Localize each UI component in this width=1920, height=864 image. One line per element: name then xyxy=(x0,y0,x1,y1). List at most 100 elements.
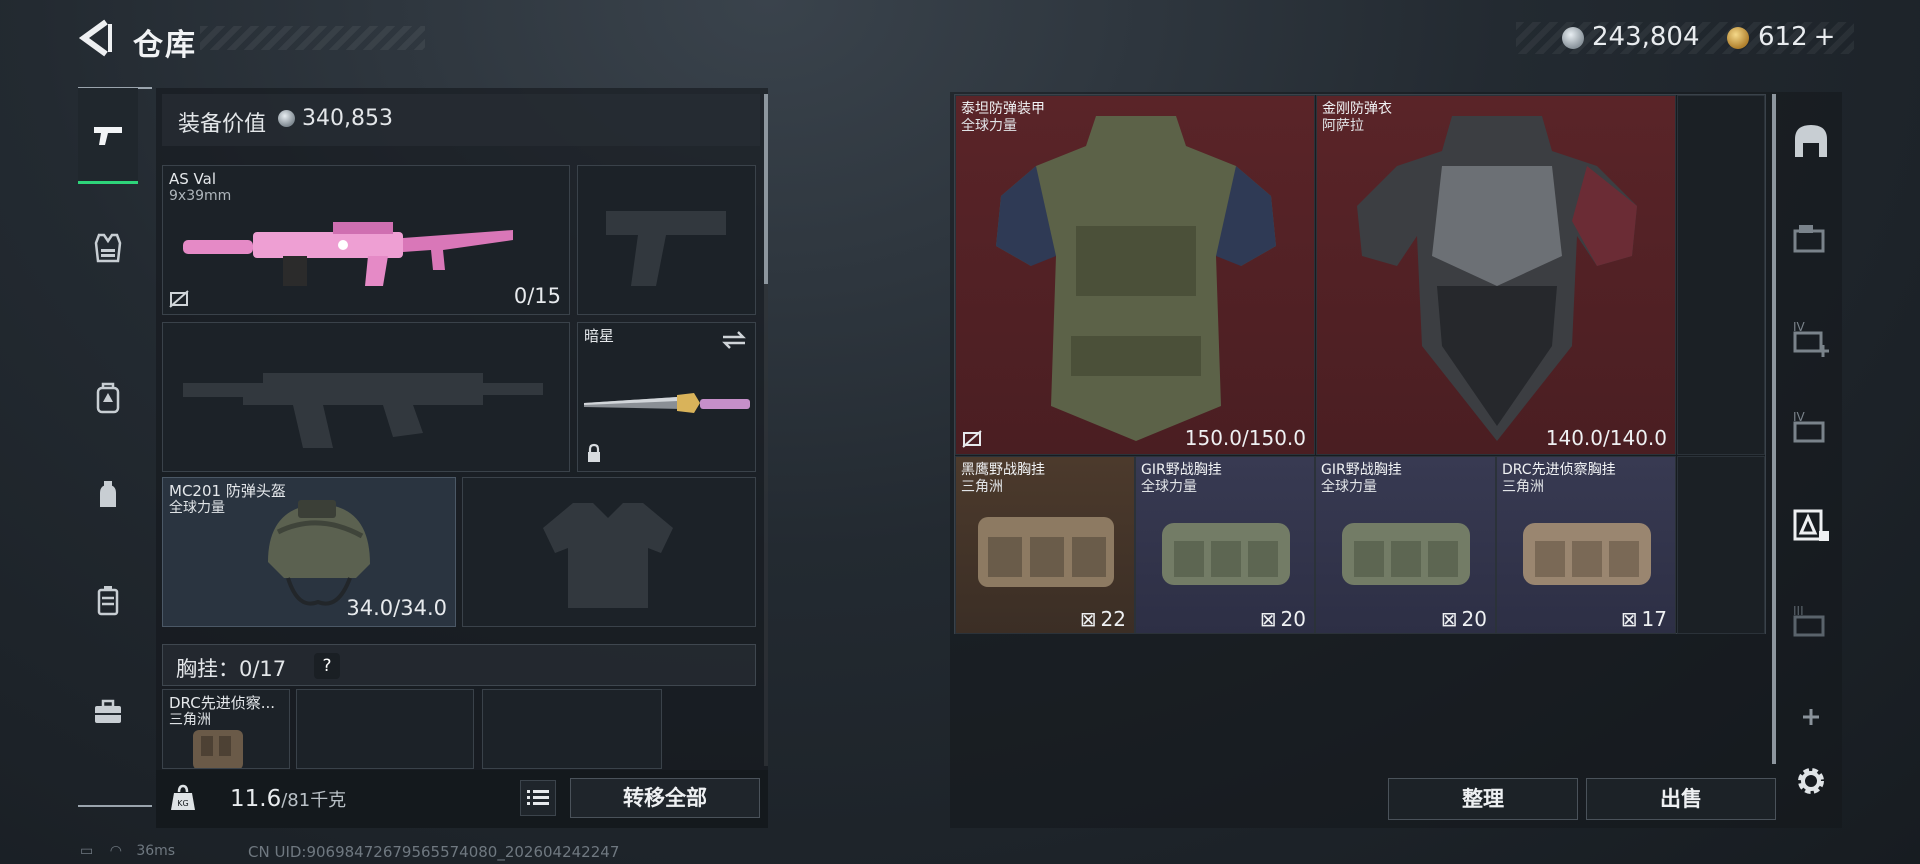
list-view-button[interactable] xyxy=(520,780,556,816)
svg-text:KG: KG xyxy=(177,799,188,808)
add-storage-button[interactable] xyxy=(1788,694,1834,740)
rail-item-backpack[interactable] xyxy=(78,350,138,446)
pistol-icon xyxy=(94,126,122,145)
rail-item-toolbox[interactable] xyxy=(78,664,138,760)
rig-capacity-value: 17 xyxy=(1641,607,1667,631)
rig-capacity-value: 20 xyxy=(1280,607,1306,631)
vest-small-icon: ⊠ xyxy=(1620,607,1638,631)
chest-rig-slot[interactable] xyxy=(482,689,662,769)
pistol-slot[interactable] xyxy=(577,165,756,315)
storage-item-rig[interactable]: DRC先进侦察胸挂 三角洲 ⊠ 17 xyxy=(1496,456,1676,634)
rail-divider xyxy=(78,805,152,807)
pistol-placeholder-icon xyxy=(606,211,726,286)
equipment-value-label: 装备价值 xyxy=(178,112,267,137)
storage-item-rig[interactable]: 黑鹰野战胸挂 三角洲 ⊠ 22 xyxy=(955,456,1135,634)
item-durability: 150.0/150.0 xyxy=(1184,426,1306,450)
carry-weight: 11.6/81千克 xyxy=(230,786,346,812)
chest-rig-slot[interactable] xyxy=(296,689,474,769)
currency-gold-amount: 612 xyxy=(1758,22,1808,52)
currency-gold-value[interactable]: 612 + xyxy=(1758,22,1835,52)
storage-tab-2[interactable] xyxy=(1788,214,1834,260)
rig-image xyxy=(1523,523,1651,585)
no-insure-icon xyxy=(962,430,982,448)
rail-item-pouch[interactable] xyxy=(78,448,138,544)
item-name: GIR野战胸挂 xyxy=(1321,462,1402,478)
storage-tab-6[interactable]: III xyxy=(1788,598,1834,644)
wifi-icon: ◠ xyxy=(109,843,122,859)
item-faction: 全球力量 xyxy=(1321,479,1377,495)
sell-button[interactable]: 出售 xyxy=(1586,778,1776,820)
storage-item-rig[interactable]: GIR野战胸挂 全球力量 ⊠ 20 xyxy=(1315,456,1496,634)
lock-icon xyxy=(588,443,600,462)
pouch-icon xyxy=(100,481,116,507)
settings-button[interactable] xyxy=(1788,758,1834,804)
storage-tab-4[interactable]: IV xyxy=(1788,404,1834,450)
primary-weapon-slot[interactable]: AS Val 9x39mm 0/15 xyxy=(162,165,570,315)
secondary-weapon-slot[interactable] xyxy=(162,322,570,472)
transfer-all-button[interactable]: 转移全部 xyxy=(570,778,760,818)
rig-capacity: ⊠ 17 xyxy=(1621,607,1667,631)
storage-tab-5-active[interactable] xyxy=(1788,502,1834,548)
melee-slot[interactable]: 暗星 xyxy=(577,322,756,472)
crate-icon xyxy=(1793,225,1825,253)
storage-item-rig[interactable]: GIR野战胸挂 全球力量 ⊠ 20 xyxy=(1135,456,1315,634)
add-currency-icon[interactable]: + xyxy=(1814,22,1836,52)
rifle-placeholder-icon xyxy=(183,373,543,448)
back-arrow-icon xyxy=(78,19,112,57)
knife-image xyxy=(584,393,750,413)
storage-empty-cell[interactable] xyxy=(1677,95,1765,455)
as-val-rifle-image xyxy=(183,222,513,286)
currency-silver-value: 243,804 xyxy=(1592,22,1700,52)
storage-tab-1[interactable] xyxy=(1788,118,1834,164)
gear-icon xyxy=(1798,768,1824,794)
helmet-faction: 全球力量 xyxy=(169,500,225,516)
user-uid: CN UID:9069847267956557408​0_20260424224… xyxy=(248,843,620,861)
storage-empty-cell[interactable] xyxy=(1677,456,1765,634)
crate-icon: III xyxy=(1793,604,1825,637)
silver-coin-icon xyxy=(1562,27,1584,49)
armor-slot[interactable] xyxy=(462,477,756,627)
crate-icon: IV xyxy=(1793,410,1825,443)
help-button[interactable]: ? xyxy=(314,653,340,679)
titan-armor-image xyxy=(996,116,1276,441)
list-icon xyxy=(527,790,549,805)
vest-icon xyxy=(94,233,122,263)
storage-item-armor[interactable]: 金刚防弹衣 阿萨拉 140.0/140.0 xyxy=(1316,95,1676,455)
rig-capacity: ⊠ 20 xyxy=(1441,607,1487,631)
gold-coin-icon xyxy=(1727,27,1749,49)
storage-scrollbar[interactable] xyxy=(1772,94,1776,764)
carry-weight-value: 11.6 xyxy=(230,786,282,812)
header-decoration xyxy=(200,26,425,50)
rig-image xyxy=(1342,523,1470,585)
chest-rig-image xyxy=(193,730,243,768)
vest-small-icon: ⊠ xyxy=(1079,607,1097,631)
melee-name: 暗星 xyxy=(584,327,615,345)
chest-rig-slot[interactable]: DRC先进侦察... 三角洲 xyxy=(162,689,290,769)
rig-image xyxy=(1162,523,1290,585)
crate-add-icon: IV xyxy=(1793,320,1829,357)
item-faction: 全球力量 xyxy=(1141,479,1197,495)
rail-item-case[interactable] xyxy=(78,552,138,648)
swap-icon[interactable] xyxy=(721,329,747,351)
back-button[interactable] xyxy=(78,18,114,58)
gear-filter-icon xyxy=(1793,509,1829,541)
ping-value: 36ms xyxy=(136,843,176,859)
rig-image xyxy=(978,517,1114,587)
ammo-count: 0/15 xyxy=(513,284,561,308)
item-durability: 140.0/140.0 xyxy=(1545,426,1667,450)
storage-tab-3[interactable]: IV xyxy=(1788,314,1834,360)
helmet-durability: 34.0/34.0 xyxy=(346,596,447,620)
rig-capacity-value: 22 xyxy=(1100,607,1126,631)
helmet-slot[interactable]: MC201 防弹头盔 全球力量 34.0/34.0 xyxy=(162,477,456,627)
item-name: DRC先进侦察胸挂 xyxy=(1502,462,1616,478)
storage-item-armor[interactable]: 泰坦防弹装甲 全球力量 150.0/150.0 xyxy=(955,95,1315,455)
case-icon xyxy=(97,586,119,616)
weight-icon: KG xyxy=(171,784,195,810)
network-status: ▭ ◠ 36ms xyxy=(80,843,175,859)
toolbox-icon xyxy=(95,699,121,723)
sort-button[interactable]: 整理 xyxy=(1388,778,1578,820)
rail-item-armor[interactable] xyxy=(78,200,138,296)
rail-item-weapons[interactable] xyxy=(78,88,138,184)
weapon-name: AS Val xyxy=(169,170,217,188)
loadout-scrollbar[interactable] xyxy=(764,94,768,284)
